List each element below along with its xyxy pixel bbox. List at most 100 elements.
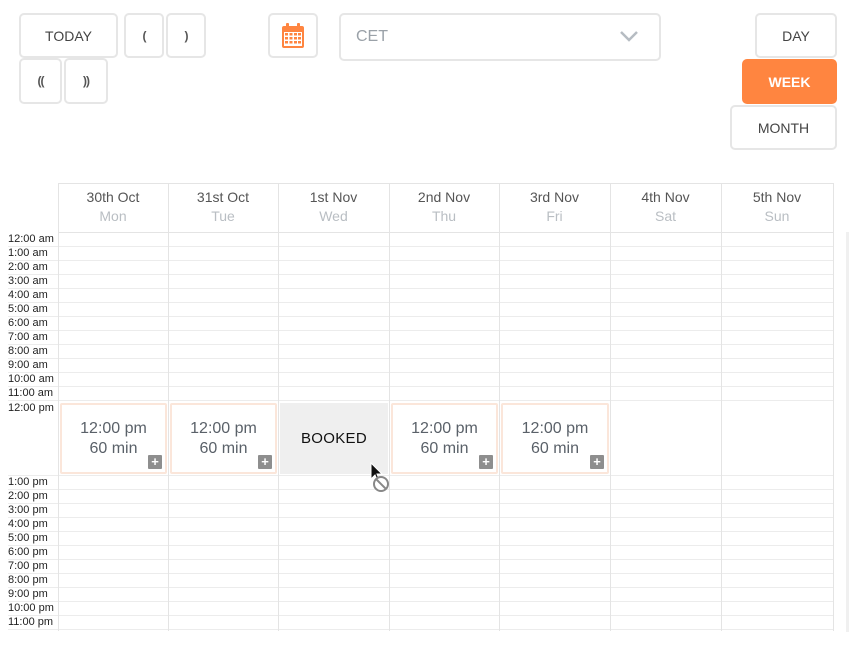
prev-icon: ( [142,28,147,43]
day-weekday: Fri [546,208,563,224]
calendar-picker-button[interactable] [268,13,318,58]
day-date: 31st Oct [196,189,250,205]
day-header[interactable]: 2nd Nov Thu [389,183,499,231]
header-bottom-line [58,232,834,233]
today-button[interactable]: TODAY [19,13,118,58]
day-header[interactable]: 5th Nov Sun [721,183,833,231]
prev-button[interactable]: ( [124,13,164,58]
add-slot-icon[interactable]: + [258,455,272,469]
hour-label: 5:00 am [8,303,48,315]
hour-line [8,559,834,560]
slot-time: 12:00 pm [80,419,147,437]
hour-line [8,475,834,476]
hour-label: 5:00 pm [8,532,48,544]
hour-line [8,260,834,261]
hour-line [8,274,834,275]
next-fast-button[interactable]: )) [64,58,108,104]
week-calendar-grid: 12:00 am 1:00 am 2:00 am 3:00 am 4:00 am 5:00… [0,183,849,653]
day-view-label: DAY [782,27,810,44]
hour-line [8,400,834,401]
day-date: 2nd Nov [417,189,471,205]
day-date: 30th Oct [86,189,140,205]
add-slot-icon[interactable]: + [590,455,604,469]
prev-fast-icon: (( [37,74,45,88]
hour-label: 9:00 am [8,359,48,371]
day-header[interactable]: 1st Nov Wed [278,183,389,231]
hour-line [8,587,834,588]
column-divider [278,183,279,631]
slot-time: 12:00 pm [411,419,478,437]
available-slot[interactable]: 12:00 pm 60 min + [60,403,167,474]
hour-line [8,288,834,289]
day-weekday: Tue [211,208,235,224]
hour-label: 1:00 pm [8,476,48,488]
week-view-label: WEEK [768,73,811,90]
day-header[interactable]: 4th Nov Sat [610,183,721,231]
available-slot[interactable]: 12:00 pm 60 min + [501,403,609,474]
hour-label: 8:00 am [8,345,48,357]
hour-label: 11:00 pm [8,616,54,628]
hour-label: 7:00 am [8,331,48,343]
day-weekday: Mon [99,208,127,224]
timezone-select[interactable]: CET [339,13,661,61]
timezone-value: CET [356,28,388,45]
slot-time: 12:00 pm [190,419,257,437]
hour-line [8,573,834,574]
day-view-button[interactable]: DAY [755,13,837,58]
next-icon: ) [184,28,189,43]
slot-duration: 60 min [420,439,469,457]
column-divider [610,183,611,631]
column-divider [168,183,169,631]
slot-duration: 60 min [199,439,248,457]
hour-label: 10:00 am [8,373,54,385]
day-date: 4th Nov [641,189,690,205]
day-date: 3rd Nov [529,189,580,205]
week-view-button[interactable]: WEEK [742,59,837,104]
hour-label: 6:00 am [8,317,48,329]
day-weekday: Sun [764,208,790,224]
hour-label: 3:00 am [8,275,48,287]
column-divider [833,183,834,631]
hour-line [8,503,834,504]
hour-line [8,489,834,490]
hour-label: 8:00 pm [8,574,48,586]
hour-line [8,545,834,546]
hour-line [8,358,834,359]
column-divider [721,183,722,631]
day-date: 1st Nov [309,189,358,205]
hour-label: 3:00 pm [8,504,48,516]
day-weekday: Thu [431,208,457,224]
hour-label: 11:00 am [8,387,54,399]
today-button-label: TODAY [45,27,92,44]
day-header[interactable]: 31st Oct Tue [168,183,278,231]
calendar-icon [282,22,304,48]
next-fast-icon: )) [83,74,90,88]
hour-line [8,615,834,616]
day-date: 5th Nov [752,189,802,205]
day-header[interactable]: 3rd Nov Fri [499,183,610,231]
prev-fast-button[interactable]: (( [19,58,62,104]
hour-label: 12:00 am [8,233,54,245]
month-view-button[interactable]: MONTH [730,105,837,150]
column-divider [499,183,500,631]
hour-line [8,629,834,630]
hour-line [8,386,834,387]
hour-line [8,531,834,532]
slot-duration: 60 min [89,439,138,457]
day-header[interactable]: 30th Oct Mon [58,183,168,231]
hour-label: 7:00 pm [8,560,48,572]
hour-line [8,601,834,602]
hour-label: 10:00 pm [8,602,54,614]
next-button[interactable]: ) [166,13,206,58]
available-slot[interactable]: 12:00 pm 60 min + [391,403,498,474]
hour-label: 2:00 am [8,261,48,273]
day-weekday: Wed [319,208,348,224]
hour-label: 12:00 pm [8,402,54,414]
slot-time: 12:00 pm [521,419,589,437]
add-slot-icon[interactable]: + [479,455,493,469]
available-slot[interactable]: 12:00 pm 60 min + [170,403,277,474]
hour-line [8,330,834,331]
hour-label: 9:00 pm [8,588,48,600]
booked-label: BOOKED [301,430,367,447]
add-slot-icon[interactable]: + [148,455,162,469]
